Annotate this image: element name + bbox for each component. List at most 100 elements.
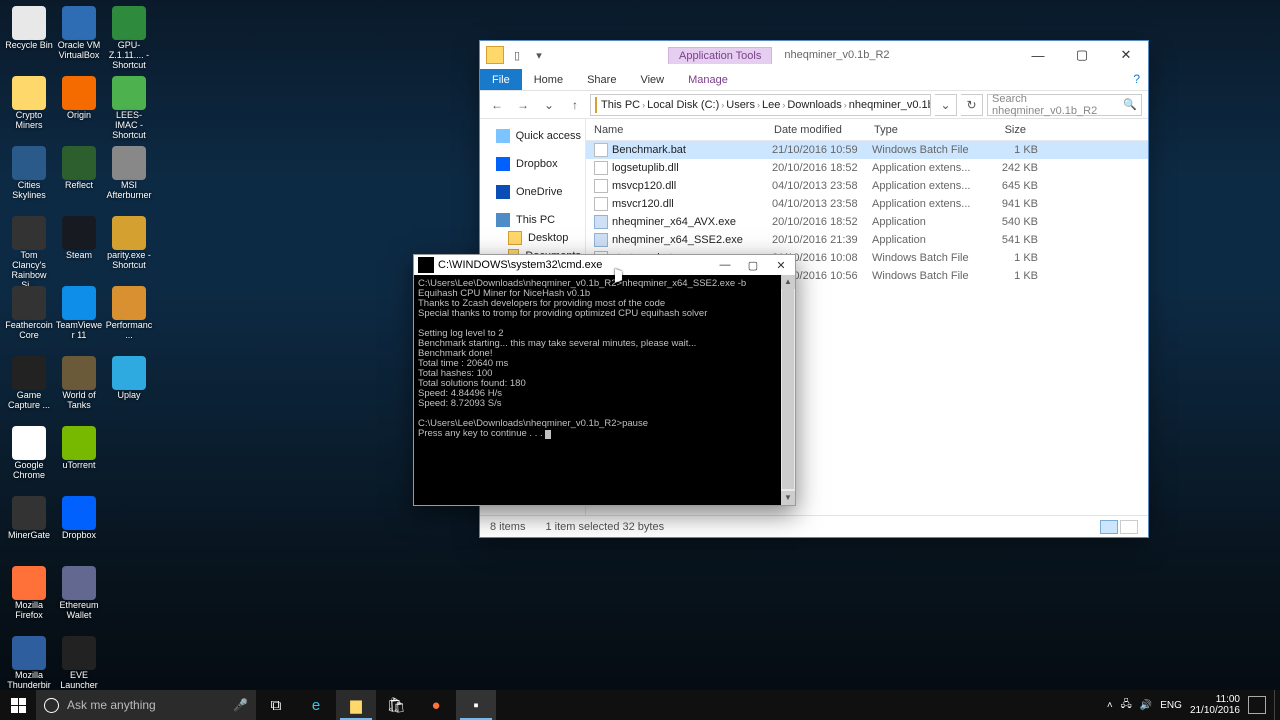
desktop-icon[interactable]: Uplay	[104, 354, 154, 424]
taskbar-cmd[interactable]: ▪	[456, 690, 496, 720]
scroll-track[interactable]	[781, 289, 795, 491]
tab-manage[interactable]: Manage	[676, 69, 740, 90]
nav-recent-button[interactable]: ⌄	[538, 94, 560, 116]
task-view-button[interactable]: ⧉	[256, 690, 296, 720]
cmd-titlebar[interactable]: C:\WINDOWS\system32\cmd.exe — ▢ ✕	[414, 255, 795, 275]
qat-newfolder-icon[interactable]: ▾	[530, 46, 548, 64]
large-icons-view-icon[interactable]	[1120, 520, 1138, 534]
desktop-icon[interactable]: uTorrent	[54, 424, 104, 494]
column-headers[interactable]: Name Date modified Type Size	[586, 119, 1148, 141]
tray-network-icon[interactable]: 🖧	[1121, 697, 1132, 714]
close-button[interactable]: ✕	[767, 255, 795, 275]
tab-file[interactable]: File	[480, 69, 522, 90]
desktop-icon[interactable]: Reflect	[54, 144, 104, 214]
view-switcher[interactable]	[1100, 520, 1138, 534]
scrollbar[interactable]: ▲ ▼	[781, 275, 795, 505]
nav-item[interactable]: This PC	[480, 211, 585, 229]
desktop-icon[interactable]: Game Capture ...	[4, 354, 54, 424]
desktop-icon[interactable]: GPU-Z.1.11.... - Shortcut	[104, 4, 154, 74]
col-type[interactable]: Type	[866, 124, 976, 136]
desktop-icon[interactable]: parity.exe - Shortcut	[104, 214, 154, 284]
desktop-icon[interactable]: MinerGate	[4, 494, 54, 564]
taskbar-store[interactable]: 🛍	[376, 690, 416, 720]
file-row[interactable]: msvcp120.dll04/10/2013 23:58Application …	[586, 177, 1148, 195]
tab-share[interactable]: Share	[575, 69, 628, 90]
help-button[interactable]: ?	[1125, 69, 1148, 90]
nav-item[interactable]: OneDrive	[480, 183, 585, 201]
file-row[interactable]: Benchmark.bat21/10/2016 10:59Windows Bat…	[586, 141, 1148, 159]
show-desktop-button[interactable]	[1274, 690, 1280, 720]
desktop-icon[interactable]: Steam	[54, 214, 104, 284]
desktop-icon[interactable]: Cities Skylines	[4, 144, 54, 214]
desktop-icon[interactable]: TeamViewer 11	[54, 284, 104, 354]
maximize-button[interactable]: ▢	[739, 255, 767, 275]
nav-back-button[interactable]: ←	[486, 94, 508, 116]
breadcrumb-item[interactable]: Local Disk (C:)	[647, 99, 719, 111]
status-selection: 1 item selected 32 bytes	[545, 521, 664, 533]
tab-home[interactable]: Home	[522, 69, 575, 90]
cmd-output[interactable]: C:\Users\Lee\Downloads\nheqminer_v0.1b_R…	[414, 275, 781, 505]
desktop-icon[interactable]: Google Chrome	[4, 424, 54, 494]
desktop-icon[interactable]: Tom Clancy's Rainbow Si...	[4, 214, 54, 284]
desktop-icon[interactable]: Origin	[54, 74, 104, 144]
file-row[interactable]: nheqminer_x64_SSE2.exe20/10/2016 21:39Ap…	[586, 231, 1148, 249]
scroll-up-icon[interactable]: ▲	[781, 275, 795, 289]
taskbar-edge[interactable]: e	[296, 690, 336, 720]
desktop-icon[interactable]: Mozilla Firefox	[4, 564, 54, 634]
file-row[interactable]: msvcr120.dll04/10/2013 23:58Application …	[586, 195, 1148, 213]
maximize-button[interactable]: ▢	[1060, 41, 1104, 69]
scroll-thumb[interactable]	[782, 289, 794, 489]
nav-item[interactable]: Dropbox	[480, 155, 585, 173]
file-row[interactable]: logsetuplib.dll20/10/2016 18:52Applicati…	[586, 159, 1148, 177]
minimize-button[interactable]: —	[711, 255, 739, 275]
tray-language[interactable]: ENG	[1160, 700, 1182, 711]
desktop-icon[interactable]: Performanc...	[104, 284, 154, 354]
col-size[interactable]: Size	[976, 124, 1034, 136]
breadcrumb-item[interactable]: This PC	[601, 99, 640, 111]
desktop-icon[interactable]: Ethereum Wallet	[54, 564, 104, 634]
explorer-titlebar[interactable]: ▯ ▾ Application Tools nheqminer_v0.1b_R2…	[480, 41, 1148, 69]
details-view-icon[interactable]	[1100, 520, 1118, 534]
cortana-search[interactable]: Ask me anything 🎤	[36, 690, 256, 720]
breadcrumb-item[interactable]: Downloads	[787, 99, 841, 111]
ribbon: File Home Share View Manage ?	[480, 69, 1148, 91]
col-name[interactable]: Name	[586, 124, 766, 136]
search-input[interactable]: Search nheqminer_v0.1b_R2🔍	[987, 94, 1142, 116]
tray-clock[interactable]: 11:0021/10/2016	[1190, 694, 1240, 716]
nav-forward-button[interactable]: →	[512, 94, 534, 116]
breadcrumb-item[interactable]: nheqminer_v0.1b_R2	[849, 99, 931, 111]
desktop-icon[interactable]: LEES-IMAC - Shortcut	[104, 74, 154, 144]
refresh-button[interactable]: ↻	[961, 94, 983, 116]
close-button[interactable]: ✕	[1104, 41, 1148, 69]
desktop-icon[interactable]: Recycle Bin	[4, 4, 54, 74]
scroll-down-icon[interactable]: ▼	[781, 491, 795, 505]
taskbar-explorer[interactable]: ▆	[336, 690, 376, 720]
breadcrumb-item[interactable]: Users	[726, 99, 755, 111]
action-center-icon[interactable]	[1248, 696, 1266, 714]
desktop-icon[interactable]: World of Tanks	[54, 354, 104, 424]
desktop-icon[interactable]: Crypto Miners	[4, 74, 54, 144]
nav-item[interactable]: Desktop	[480, 229, 585, 247]
tab-view[interactable]: View	[628, 69, 676, 90]
application-tools-tab[interactable]: Application Tools	[668, 47, 772, 64]
breadcrumb-item[interactable]: Lee	[762, 99, 780, 111]
nav-up-button[interactable]: ↑	[564, 94, 586, 116]
taskbar-firefox[interactable]: ●	[416, 690, 456, 720]
minimize-button[interactable]: —	[1016, 41, 1060, 69]
breadcrumb[interactable]: This PC›Local Disk (C:)›Users›Lee›Downlo…	[590, 94, 931, 116]
system-tray[interactable]: ˄ 🖧 🔊 ENG 11:0021/10/2016	[1099, 690, 1274, 720]
cortana-placeholder: Ask me anything	[67, 698, 156, 712]
file-row[interactable]: nheqminer_x64_AVX.exe20/10/2016 18:52App…	[586, 213, 1148, 231]
col-date[interactable]: Date modified	[766, 124, 866, 136]
desktop-icon[interactable]: MSI Afterburner	[104, 144, 154, 214]
desktop-icon[interactable]: Oracle VM VirtualBox	[54, 4, 104, 74]
path-dropdown-button[interactable]: ⌄	[935, 94, 957, 116]
start-button[interactable]	[0, 690, 36, 720]
tray-volume-icon[interactable]: 🔊	[1140, 700, 1152, 711]
nav-item[interactable]: Quick access	[480, 127, 585, 145]
tray-chevron-icon[interactable]: ˄	[1107, 700, 1113, 711]
qat-properties-icon[interactable]: ▯	[508, 46, 526, 64]
mic-icon[interactable]: 🎤	[233, 698, 248, 712]
desktop-icon[interactable]: Feathercoin Core	[4, 284, 54, 354]
desktop-icon[interactable]: Dropbox	[54, 494, 104, 564]
